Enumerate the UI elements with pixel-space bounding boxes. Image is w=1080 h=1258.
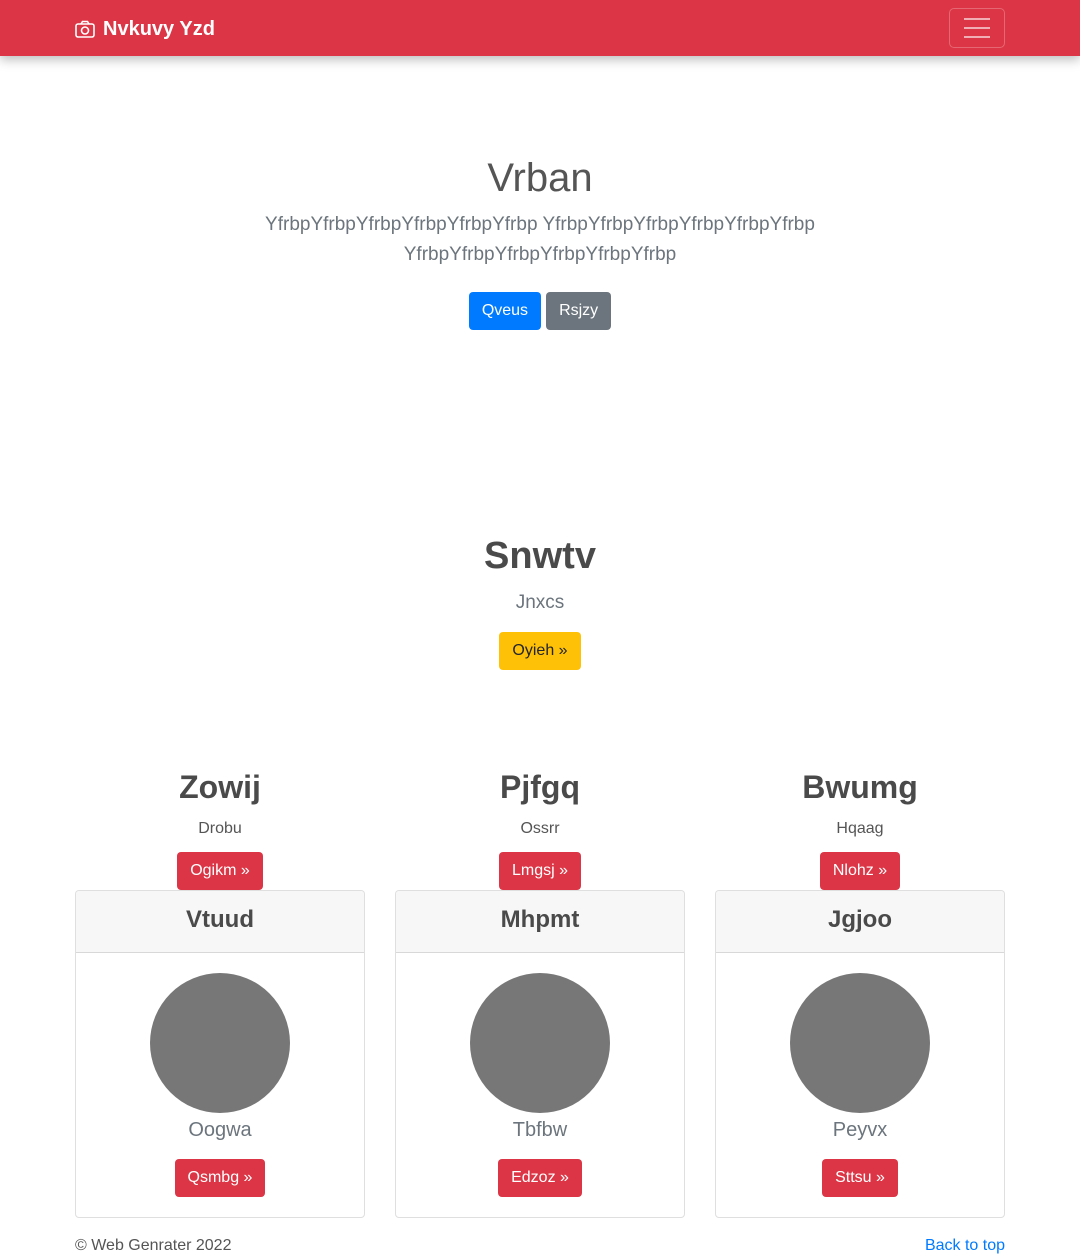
- card-button[interactable]: Sttsu »: [822, 1159, 898, 1197]
- hero-primary-button[interactable]: Qveus: [468, 292, 542, 330]
- card-header: Jgjoo: [716, 891, 1004, 953]
- navbar-toggler-button[interactable]: [949, 8, 1005, 48]
- card-header: Vtuud: [76, 891, 364, 953]
- feature-subtitle: Ossrr: [520, 820, 560, 837]
- section-title: Snwtv: [484, 535, 596, 577]
- card-button[interactable]: Qsmbg »: [174, 1159, 266, 1197]
- card-button[interactable]: Edzoz »: [498, 1159, 582, 1197]
- feature-subtitle: Hqaag: [836, 820, 884, 837]
- feature-column: Zowij Drobu Ogikm »: [75, 766, 365, 890]
- section-button[interactable]: Oyieh »: [499, 632, 581, 670]
- card-name: Oogwa: [188, 1119, 252, 1141]
- profile-card: Vtuud Oogwa Qsmbg »: [75, 890, 365, 1218]
- hamburger-menu-icon: [964, 18, 990, 20]
- card-header: Mhpmt: [396, 891, 684, 953]
- brand-label: Nvkuvy Yzd: [103, 17, 215, 40]
- hero-lead-text: YfrbpYfrbpYfrbpYfrbpYfrbpYfrbp YfrbpYfrb…: [265, 214, 815, 265]
- navbar: Nvkuvy Yzd: [0, 0, 1080, 56]
- card-name: Peyvx: [832, 1119, 888, 1141]
- hero-title: Vrban: [487, 156, 593, 200]
- feature-title: Zowij: [179, 769, 261, 805]
- back-to-top-link[interactable]: Back to top: [925, 1236, 1005, 1256]
- footer-copyright: © Web Genrater 2022: [75, 1237, 232, 1254]
- feature-column: Bwumg Hqaag Nlohz »: [715, 766, 1005, 890]
- profile-card: Jgjoo Peyvx Sttsu »: [715, 890, 1005, 1218]
- avatar: [470, 973, 610, 1113]
- navbar-brand[interactable]: Nvkuvy Yzd: [75, 15, 215, 43]
- card-name: Tbfbw: [512, 1119, 568, 1141]
- feature-title: Bwumg: [802, 769, 918, 805]
- avatar: [790, 973, 930, 1113]
- feature-column: Pjfgq Ossrr Lmgsj »: [395, 766, 685, 890]
- feature-button[interactable]: Nlohz »: [819, 852, 901, 890]
- feature-button[interactable]: Lmgsj »: [498, 852, 582, 890]
- profile-card: Mhpmt Tbfbw Edzoz »: [395, 890, 685, 1218]
- hero-secondary-button[interactable]: Rsjzy: [546, 292, 612, 330]
- hero-button-group: Qveus Rsjzy: [0, 292, 1080, 330]
- feature-button[interactable]: Ogikm »: [177, 852, 263, 890]
- avatar: [150, 973, 290, 1113]
- camera-icon: [75, 20, 95, 38]
- feature-title: Pjfgq: [500, 769, 580, 805]
- section-subtitle: Jnxcs: [515, 592, 565, 613]
- feature-subtitle: Drobu: [198, 820, 242, 837]
